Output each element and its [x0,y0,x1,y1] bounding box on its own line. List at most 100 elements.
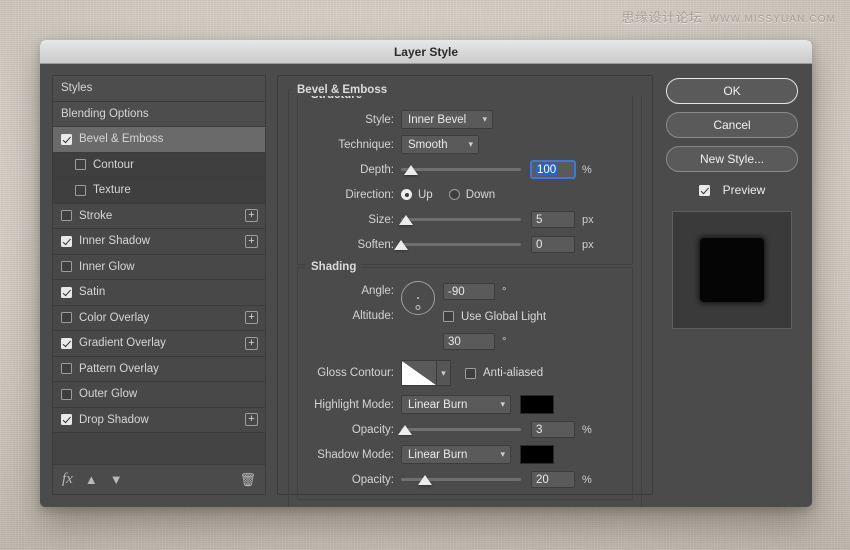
style-label: Style: [307,114,401,126]
direction-down-label: Down [466,189,495,201]
fx-icon[interactable]: fx [62,471,73,488]
angle-input[interactable]: -90 [443,283,495,300]
style-row-gradient-overlay[interactable]: Gradient Overlay+ [53,331,265,357]
direction-down-option[interactable]: Down [449,189,495,201]
ok-button[interactable]: OK [666,78,798,104]
technique-dropdown[interactable]: Smooth ▾ [401,135,479,154]
dialog-body: Styles Blending Options Bevel & Emboss Cont… [40,64,812,507]
add-effect-icon[interactable]: + [245,235,258,248]
style-row-blending-options[interactable]: Blending Options [53,102,265,128]
style-row-label: Outer Glow [79,388,258,400]
style-row-label: Color Overlay [79,312,245,324]
style-row-satin[interactable]: Satin [53,280,265,306]
style-row-pattern-overlay[interactable]: Pattern Overlay [53,357,265,383]
style-row-contour[interactable]: Contour [53,153,265,179]
chevron-down-icon: ▾ [500,449,505,460]
style-row-inner-shadow[interactable]: Inner Shadow+ [53,229,265,255]
highlight-opacity-thumb[interactable] [398,425,412,435]
add-effect-icon[interactable]: + [245,337,258,350]
depth-input-value: 100 [536,164,557,176]
styles-panel: Styles Blending Options Bevel & Emboss Cont… [52,75,266,495]
chevron-down-icon: ▾ [500,399,505,410]
style-enable-checkbox[interactable] [75,159,86,170]
dialog-titlebar[interactable]: Layer Style [40,40,812,64]
size-input[interactable]: 5 [531,211,575,228]
preview-option[interactable]: Preview [699,183,766,197]
soften-slider[interactable] [401,238,521,252]
angle-unit: ° [502,286,506,298]
style-enable-checkbox[interactable] [61,338,72,349]
style-row-label: Inner Glow [79,261,258,273]
style-row-label: Blending Options [61,108,258,120]
dial-handle[interactable] [416,305,421,310]
style-enable-checkbox[interactable] [61,389,72,400]
depth-unit: % [582,164,592,176]
angle-dial[interactable] [401,281,435,315]
soften-input[interactable]: 0 [531,236,575,253]
size-slider[interactable] [401,213,521,227]
style-row-bevel-emboss[interactable]: Bevel & Emboss [53,127,265,153]
shadow-mode-dropdown[interactable]: Linear Burn ▾ [401,445,511,464]
gloss-contour-swatch[interactable] [401,360,437,386]
style-dropdown[interactable]: Inner Bevel ▾ [401,110,493,129]
new-style-button[interactable]: New Style... [666,146,798,172]
style-enable-checkbox[interactable] [75,185,86,196]
shadow-opacity-row: Opacity: 20 % [307,469,623,490]
style-enable-checkbox[interactable] [61,363,72,374]
altitude-unit: ° [502,336,506,348]
anti-aliased-option[interactable]: Anti-aliased [465,367,543,379]
use-global-light-option[interactable]: Use Global Light [443,311,546,323]
add-effect-icon[interactable]: + [245,209,258,222]
add-effect-icon[interactable]: + [245,311,258,324]
shadow-opacity-slider[interactable] [401,473,521,487]
style-row-outer-glow[interactable]: Outer Glow [53,382,265,408]
highlight-opacity-input[interactable]: 3 [531,421,575,438]
style-enable-checkbox[interactable] [61,287,72,298]
depth-slider-thumb[interactable] [404,165,418,175]
style-enable-checkbox[interactable] [61,414,72,425]
style-enable-checkbox[interactable] [61,261,72,272]
style-row-styles[interactable]: Styles [53,76,265,102]
depth-input[interactable]: 100 [531,161,575,178]
style-row-stroke[interactable]: Stroke+ [53,204,265,230]
direction-up-option[interactable]: Up [401,189,433,201]
shadow-mode-row: Shadow Mode: Linear Burn ▾ [307,444,623,465]
cancel-button[interactable]: Cancel [666,112,798,138]
styles-list-footer: fx ▲ ▼ 🗑 [53,465,265,494]
style-row-texture[interactable]: Texture [53,178,265,204]
styles-list[interactable]: Styles Blending Options Bevel & Emboss Cont… [53,76,265,465]
gloss-contour-label: Gloss Contour: [307,367,401,379]
highlight-opacity-row: Opacity: 3 % [307,419,623,440]
soften-slider-track [401,243,521,246]
size-slider-thumb[interactable] [399,215,413,225]
soften-slider-thumb[interactable] [394,240,408,250]
shadow-opacity-input[interactable]: 20 [531,471,575,488]
highlight-opacity-slider[interactable] [401,423,521,437]
style-row-color-overlay[interactable]: Color Overlay+ [53,306,265,332]
style-row-label: Bevel & Emboss [79,133,258,145]
move-up-icon[interactable]: ▲ [85,472,98,487]
style-enable-checkbox[interactable] [61,312,72,323]
move-down-icon[interactable]: ▼ [110,472,123,487]
style-row-inner-glow[interactable]: Inner Glow [53,255,265,281]
style-enable-checkbox[interactable] [61,134,72,145]
highlight-opacity-track [401,428,521,431]
highlight-color-swatch[interactable] [520,395,554,414]
dial-center-dot [417,297,419,299]
trash-icon[interactable]: 🗑 [239,472,256,488]
altitude-input[interactable]: 30 [443,333,495,350]
shadow-color-swatch[interactable] [520,445,554,464]
altitude-input-value: 30 [448,336,461,348]
style-enable-checkbox[interactable] [61,210,72,221]
depth-slider[interactable] [401,163,521,177]
style-row-drop-shadow[interactable]: Drop Shadow+ [53,408,265,434]
style-row-label: Satin [79,286,258,298]
shadow-opacity-thumb[interactable] [418,475,432,485]
style-row-label: Contour [93,159,258,171]
add-effect-icon[interactable]: + [245,413,258,426]
soften-label: Soften: [307,239,401,251]
highlight-mode-dropdown[interactable]: Linear Burn ▾ [401,395,511,414]
highlight-opacity-value: 3 [536,424,542,436]
gloss-contour-dropdown[interactable]: ▾ [437,360,451,386]
style-enable-checkbox[interactable] [61,236,72,247]
